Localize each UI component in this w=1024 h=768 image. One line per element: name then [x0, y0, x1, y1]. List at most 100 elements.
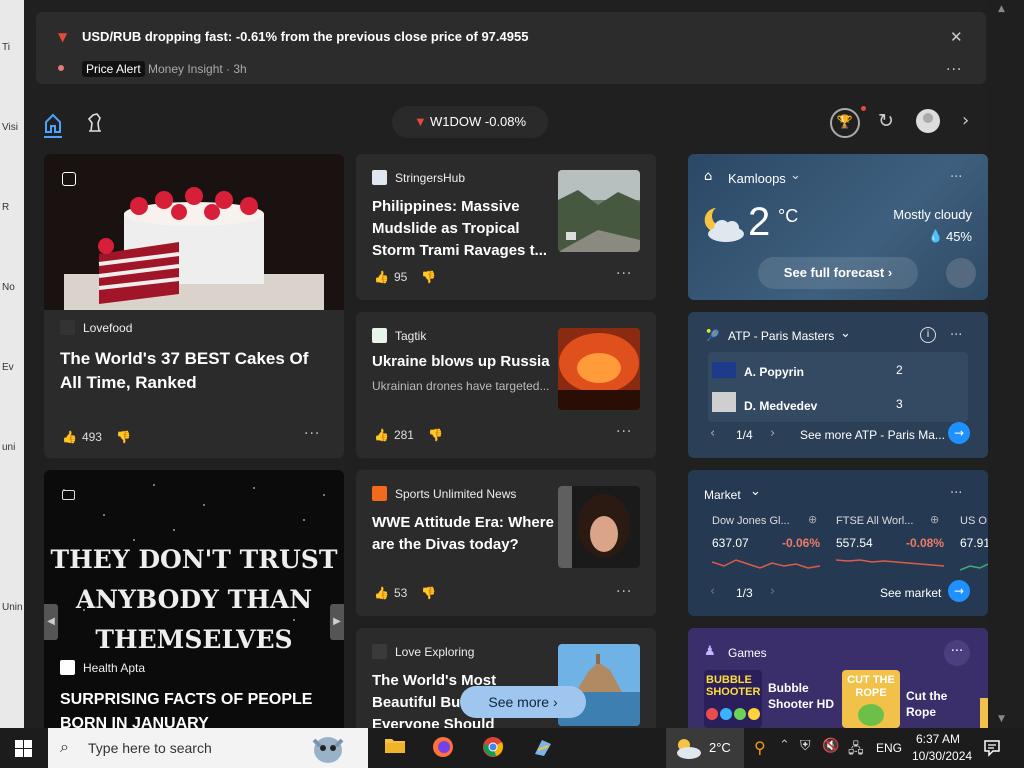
see-full-forecast-button[interactable]: See full forecast › [758, 257, 918, 289]
chevron-left-icon[interactable]: ‹ [710, 584, 715, 599]
chess-piece-icon[interactable] [84, 111, 106, 133]
more-options-icon[interactable]: ··· [304, 426, 320, 442]
market-widget[interactable]: Market ⌄ ··· Dow Jones Gl... ⊕ 637.07 -0… [688, 470, 988, 616]
weather-map-icon[interactable] [946, 258, 976, 288]
card-headline[interactable]: The World's 37 BEST Cakes Of All Time, R… [60, 347, 330, 395]
news-card-ukraine[interactable]: Tagtik Ukraine blows up Russia Ukrainian… [356, 312, 656, 458]
close-icon[interactable]: ✕ [950, 28, 963, 46]
see-more-atp-link[interactable]: See more ATP - Paris Ma... [800, 428, 945, 442]
more-options-icon[interactable]: ··· [950, 328, 962, 343]
arrow-right-icon[interactable]: → [948, 580, 970, 602]
windows-start-icon[interactable] [15, 740, 32, 757]
market-ticker[interactable]: US O 67.91 [960, 510, 988, 576]
refresh-icon[interactable]: ↻ [878, 110, 894, 132]
see-more-button[interactable]: See more › [460, 686, 586, 718]
more-options-icon[interactable]: ··· [616, 424, 632, 440]
arrow-right-icon[interactable]: → [948, 422, 970, 444]
weather-widget[interactable]: ⌂ Kamloops ⌄ ··· 2 °C Mostly cloudy 💧 45… [688, 154, 988, 300]
sports-widget-atp[interactable]: 🎾 ATP - Paris Masters ⌄ i ··· A. Popyrin… [688, 312, 988, 458]
love-exploring-logo-icon [372, 644, 387, 659]
card-headline[interactable]: SURPRISING FACTS OF PEOPLE BORN IN JANUA… [60, 688, 340, 728]
chevron-down-icon[interactable]: ⌄ [790, 168, 801, 183]
cut-the-rope-thumbnail[interactable]: CUT THE ROPE [842, 670, 900, 728]
more-options-icon[interactable]: ··· [944, 640, 970, 666]
news-card-wwe[interactable]: Sports Unlimited News WWE Attitude Era: … [356, 470, 656, 616]
chevron-left-icon[interactable]: ‹ [710, 426, 715, 441]
rewards-trophy-icon[interactable]: 🏆 [830, 108, 860, 138]
volume-muted-icon[interactable]: 🔇 [822, 738, 839, 754]
see-market-link[interactable]: See market [880, 586, 941, 600]
scroll-up-icon[interactable]: ▲ [998, 4, 1005, 14]
more-options-icon[interactable]: ··· [616, 266, 632, 282]
more-options-icon[interactable]: ··· [616, 584, 632, 600]
temperature-unit[interactable]: °C [778, 206, 798, 227]
card-headline[interactable]: Ukraine blows up Russia [372, 351, 554, 373]
carousel-next-icon[interactable]: ▶ [330, 604, 344, 640]
thumbs-up-icon[interactable]: 👍 [374, 428, 389, 442]
search-highlight-icon[interactable] [306, 730, 350, 766]
news-card-cakes[interactable]: Lovefood The World's 37 BEST Cakes Of Al… [44, 154, 344, 458]
shield-icon[interactable]: ⛨ [800, 738, 811, 754]
games-title[interactable]: Games [728, 646, 767, 660]
chevron-down-icon[interactable]: ⌄ [750, 484, 761, 499]
language-indicator[interactable]: ENG [876, 741, 902, 755]
weather-location[interactable]: Kamloops [728, 171, 786, 186]
clock-time[interactable]: 6:37 AM [916, 732, 960, 746]
news-card-philippines[interactable]: StringersHub Philippines: Massive Mudsli… [356, 154, 656, 300]
match-scoreboard[interactable]: A. Popyrin 2 D. Medvedev 3 [708, 352, 968, 422]
bubble-shooter-thumbnail[interactable]: BUBBLE SHOOTER [704, 670, 762, 728]
quote-line: THEY DON'T TRUST [50, 545, 338, 574]
taskbar-search-box[interactable]: ⌕ Type here to search [48, 728, 368, 768]
info-icon[interactable]: i [920, 327, 936, 343]
thumbs-down-icon[interactable]: 👎 [428, 428, 443, 442]
card-headline[interactable]: WWE Attitude Era: Where are the Divas to… [372, 512, 554, 556]
app-icon[interactable] [530, 736, 556, 760]
market-title[interactable]: Market [704, 488, 741, 502]
thumbs-down-icon[interactable]: 👎 [421, 270, 436, 284]
carousel-prev-icon[interactable]: ◀ [44, 604, 58, 640]
thumbs-up-icon[interactable]: 👍 [62, 430, 77, 444]
chevron-right-icon[interactable]: › [962, 110, 969, 131]
network-icon[interactable]: 🖧 [848, 738, 864, 762]
add-icon[interactable]: ⊕ [930, 513, 939, 526]
search-tool-icon[interactable]: ⚲ [754, 738, 766, 757]
ticker-change: -0.06% [782, 536, 821, 550]
market-ticker[interactable]: Dow Jones Gl... ⊕ 637.07 -0.06% [712, 510, 822, 576]
clock-date[interactable]: 10/30/2024 [912, 749, 972, 763]
chevron-right-icon[interactable]: › [770, 426, 775, 441]
thumbs-down-icon[interactable]: 👎 [421, 586, 436, 600]
chrome-icon[interactable] [480, 736, 506, 760]
stock-ticker-pill[interactable]: ▼ W1DOW -0.08% [392, 106, 548, 138]
news-card-health[interactable]: THEY DON'T TRUST ANYBODY THAN THEMSELVES… [44, 470, 344, 728]
more-options-icon[interactable]: ··· [950, 170, 962, 185]
price-alert-notification[interactable]: ▼ USD/RUB dropping fast: -0.61% from the… [36, 12, 986, 84]
card-headline[interactable]: Philippines: Massive Mudslide as Tropica… [372, 196, 554, 262]
game-name[interactable]: Cut the Rope [906, 688, 966, 720]
source-name: Lovefood [83, 321, 133, 335]
firefox-icon[interactable] [430, 736, 456, 760]
chevron-right-icon[interactable]: › [770, 584, 775, 599]
sparkline [836, 559, 945, 567]
more-options-icon[interactable]: ··· [946, 62, 962, 78]
more-options-icon[interactable]: ··· [950, 486, 962, 501]
atp-title[interactable]: ATP - Paris Masters [728, 329, 834, 343]
thumbs-down-icon[interactable]: 👎 [116, 430, 131, 444]
panel-scrollbar[interactable]: ▲ ▼ [988, 0, 1024, 728]
card-source: Tagtik [372, 328, 426, 343]
chevron-down-icon[interactable]: ⌄ [840, 326, 851, 341]
avatar[interactable] [916, 109, 940, 133]
thumbs-up-icon[interactable]: 👍 [374, 270, 389, 284]
home-icon[interactable] [44, 112, 62, 134]
scroll-down-icon[interactable]: ▼ [998, 714, 1005, 724]
taskbar-weather-button[interactable]: 2°C [666, 728, 744, 768]
hidden-icons-chevron-icon[interactable]: ⌃ [779, 738, 790, 753]
alert-title[interactable]: USD/RUB dropping fast: -0.61% from the p… [82, 29, 528, 44]
market-ticker[interactable]: FTSE All Worl... ⊕ 557.54 -0.08% [836, 510, 946, 576]
game-name[interactable]: Bubble Shooter HD [768, 680, 840, 712]
notification-center-icon[interactable] [983, 739, 1001, 757]
file-explorer-icon[interactable] [382, 736, 408, 760]
add-icon[interactable]: ⊕ [808, 513, 817, 526]
thumbs-up-icon[interactable]: 👍 [374, 586, 389, 600]
search-placeholder[interactable]: Type here to search [88, 740, 212, 756]
games-widget[interactable]: ♟ Games ··· BUBBLE SHOOTER Bubble Shoote… [688, 628, 988, 728]
